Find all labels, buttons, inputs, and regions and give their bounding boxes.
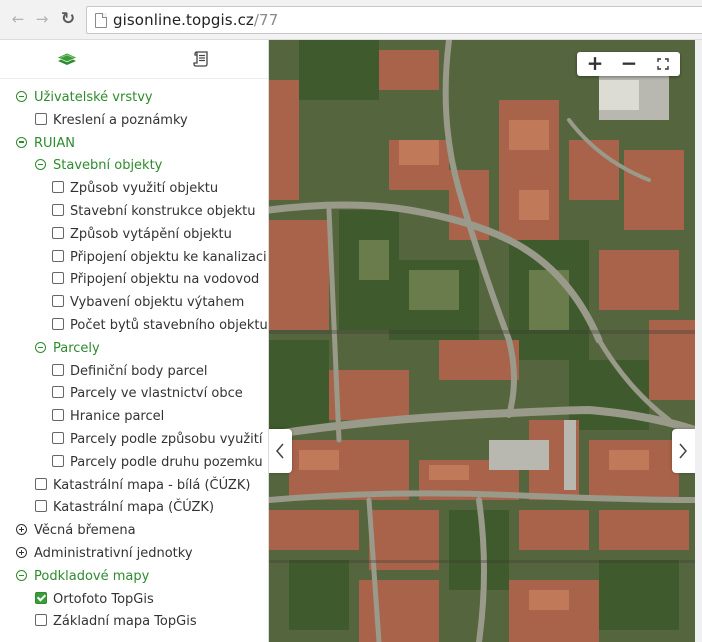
zoom-control: + − <box>577 52 680 76</box>
checkbox[interactable] <box>52 386 64 399</box>
collapse-icon[interactable] <box>16 136 27 148</box>
layer-label: Připojení objektu na vodovod <box>70 272 260 288</box>
layer-label: Stavební objekty <box>53 158 163 174</box>
sidebar-tabs <box>0 40 268 79</box>
reload-icon[interactable]: ↻ <box>60 11 76 28</box>
layer-label: Definiční body parcel <box>70 363 208 379</box>
page-scrollbar[interactable] <box>695 40 702 642</box>
chevron-right-icon <box>679 443 687 459</box>
checkbox[interactable] <box>35 112 47 125</box>
checkbox[interactable] <box>52 181 64 194</box>
layer-item[interactable]: Stavební konstrukce objektu <box>0 201 268 224</box>
layer-label: Věcná břemena <box>34 523 136 539</box>
url-text: gisonline.topgis.cz/77 <box>113 11 279 29</box>
expand-right-panel-button[interactable] <box>672 429 695 473</box>
layer-label: Způsob vytápění objektu <box>70 226 232 242</box>
expand-icon[interactable] <box>16 524 27 536</box>
layer-sidebar: Uživatelské vrstvy Kreslení a poznámky RUI… <box>0 40 269 642</box>
layer-item[interactable]: Způsob využití objektu <box>0 178 268 201</box>
layer-label: Základní mapa TopGis <box>53 614 197 630</box>
layer-label: Katastrální mapa - bílá (ČÚZK) <box>53 477 251 493</box>
collapse-sidebar-button[interactable] <box>269 429 292 473</box>
checkbox-checked[interactable] <box>35 591 47 604</box>
layer-label: Parcely ve vlastnictví obce <box>70 386 243 402</box>
checkbox[interactable] <box>52 226 64 239</box>
layer-label: Připojení objektu ke kanalizaci <box>70 249 267 265</box>
layer-item[interactable]: Katastrální mapa (ČÚZK) <box>0 497 268 520</box>
layer-label: Uživatelské vrstvy <box>34 90 153 105</box>
layers-icon[interactable] <box>56 50 78 68</box>
layer-tree: Uživatelské vrstvy Kreslení a poznámky RUI… <box>0 87 268 634</box>
layer-label: Způsob využití objektu <box>70 181 219 197</box>
checkbox[interactable] <box>52 409 64 422</box>
collapse-icon[interactable] <box>35 159 46 171</box>
layer-item[interactable]: Počet bytů stavebního objektu <box>0 315 268 338</box>
layer-item[interactable]: Připojení objektu na vodovod <box>0 269 268 292</box>
layer-item[interactable]: Parcely podle způsobu využití <box>0 429 268 452</box>
collapse-icon[interactable] <box>16 569 27 581</box>
checkbox[interactable] <box>35 500 47 513</box>
layer-group[interactable]: Parcely <box>0 338 268 361</box>
layer-item[interactable]: Základní mapa TopGis <box>0 611 268 634</box>
checkbox[interactable] <box>35 614 47 627</box>
layer-item[interactable]: Připojení objektu ke kanalizaci <box>0 247 268 270</box>
zoom-out-button[interactable]: − <box>612 52 646 76</box>
layer-label: Parcely podle způsobu využití <box>70 431 263 447</box>
layer-label: Hranice parcel <box>70 409 165 425</box>
layer-item[interactable]: Parcely podle druhu pozemku <box>0 452 268 475</box>
map-view[interactable]: + − <box>269 40 695 642</box>
legend-scroll-icon[interactable] <box>192 49 212 69</box>
layer-item[interactable]: Definiční body parcel <box>0 361 268 384</box>
checkbox[interactable] <box>52 454 64 467</box>
checkbox[interactable] <box>52 249 64 262</box>
checkbox[interactable] <box>52 203 64 216</box>
arrow-left-icon[interactable]: ← <box>10 11 26 27</box>
collapse-icon[interactable] <box>16 91 27 102</box>
address-bar[interactable]: gisonline.topgis.cz/77 <box>86 6 702 34</box>
checkbox[interactable] <box>52 295 64 308</box>
layer-group[interactable]: Uživatelské vrstvy <box>0 87 268 110</box>
layer-label: Katastrální mapa (ČÚZK) <box>53 500 215 516</box>
arrow-right-icon[interactable]: → <box>34 11 50 27</box>
chevron-left-icon <box>276 443 284 459</box>
layer-label: Počet bytů stavebního objektu <box>70 317 268 333</box>
layer-group[interactable]: Administrativní jednotky <box>0 543 268 566</box>
layer-label: Vybavení objektu výtahem <box>70 295 245 311</box>
layer-group[interactable]: Podkladové mapy <box>0 566 268 589</box>
orthophoto-map <box>269 40 695 642</box>
checkbox[interactable] <box>52 272 64 285</box>
layer-item[interactable]: Parcely ve vlastnictví obce <box>0 383 268 406</box>
checkbox[interactable] <box>35 477 47 490</box>
layer-label: Parcely <box>53 340 100 356</box>
page-icon <box>95 13 107 28</box>
expand-icon[interactable] <box>16 546 27 558</box>
layer-label: Ortofoto TopGis <box>53 591 154 607</box>
layer-label: Kreslení a poznámky <box>53 112 188 128</box>
layer-label: Administrativní jednotky <box>34 545 193 561</box>
layer-label: Parcely podle druhu pozemku <box>70 454 263 470</box>
layer-group[interactable]: Stavební objekty <box>0 155 268 178</box>
checkbox[interactable] <box>52 431 64 444</box>
layer-group[interactable]: RUIAN <box>0 133 268 156</box>
fullscreen-icon[interactable] <box>657 58 669 70</box>
layer-item[interactable]: Způsob vytápění objektu <box>0 224 268 247</box>
layer-item[interactable]: Katastrální mapa - bílá (ČÚZK) <box>0 475 268 498</box>
layer-group[interactable]: Věcná břemena <box>0 520 268 543</box>
checkbox[interactable] <box>52 363 64 376</box>
layer-label: RUIAN <box>34 135 75 151</box>
browser-toolbar: ← → ↻ gisonline.topgis.cz/77 <box>0 0 702 40</box>
collapse-icon[interactable] <box>35 341 46 353</box>
layer-item[interactable]: Hranice parcel <box>0 406 268 429</box>
layer-item[interactable]: Ortofoto TopGis <box>0 589 268 612</box>
layer-label: Podkladové mapy <box>34 568 150 584</box>
layer-label: Stavební konstrukce objektu <box>70 203 256 219</box>
layer-item[interactable]: Kreslení a poznámky <box>0 110 268 133</box>
checkbox[interactable] <box>52 317 64 330</box>
layer-item[interactable]: Vybavení objektu výtahem <box>0 292 268 315</box>
zoom-in-button[interactable]: + <box>578 52 612 76</box>
